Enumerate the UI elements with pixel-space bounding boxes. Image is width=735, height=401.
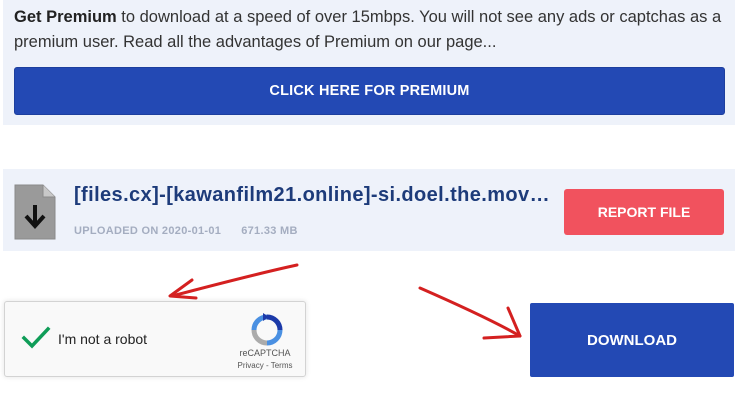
captcha-label: I'm not a robot xyxy=(58,331,148,347)
upload-date: UPLOADED ON 2020-01-01 xyxy=(74,225,222,237)
premium-description: Get Premium to download at a speed of ov… xyxy=(14,5,726,55)
links-separator: - xyxy=(263,361,271,370)
file-meta: UPLOADED ON 2020-01-01 671.33 MB xyxy=(74,225,298,237)
premium-bold-text: Get Premium xyxy=(14,8,117,26)
checkmark-icon[interactable] xyxy=(21,325,51,351)
recaptcha-brand: reCAPTCHA xyxy=(239,348,291,358)
recaptcha-links: Privacy - Terms xyxy=(227,361,303,370)
premium-button[interactable]: CLICK HERE FOR PREMIUM xyxy=(14,67,725,115)
privacy-link[interactable]: Privacy xyxy=(238,361,264,370)
file-download-icon xyxy=(14,184,56,240)
file-panel: [files.cx]-[kawanfilm21.online]-si.doel.… xyxy=(3,169,735,251)
report-file-button[interactable]: REPORT FILE xyxy=(564,189,724,235)
annotation-arrow-right-icon xyxy=(418,286,522,340)
premium-body-text: to download at a speed of over 15mbps. Y… xyxy=(14,8,722,51)
terms-link[interactable]: Terms xyxy=(271,361,293,370)
recaptcha-widget: I'm not a robot reCAPTCHA Privacy - Term… xyxy=(4,301,306,377)
file-name[interactable]: [files.cx]-[kawanfilm21.online]-si.doel.… xyxy=(74,184,552,207)
annotation-arrow-left-icon xyxy=(168,263,299,300)
download-button[interactable]: DOWNLOAD xyxy=(530,303,734,377)
recaptcha-logo-icon xyxy=(251,313,283,346)
file-size: 671.33 MB xyxy=(241,225,298,237)
premium-panel: Get Premium to download at a speed of ov… xyxy=(3,0,735,125)
